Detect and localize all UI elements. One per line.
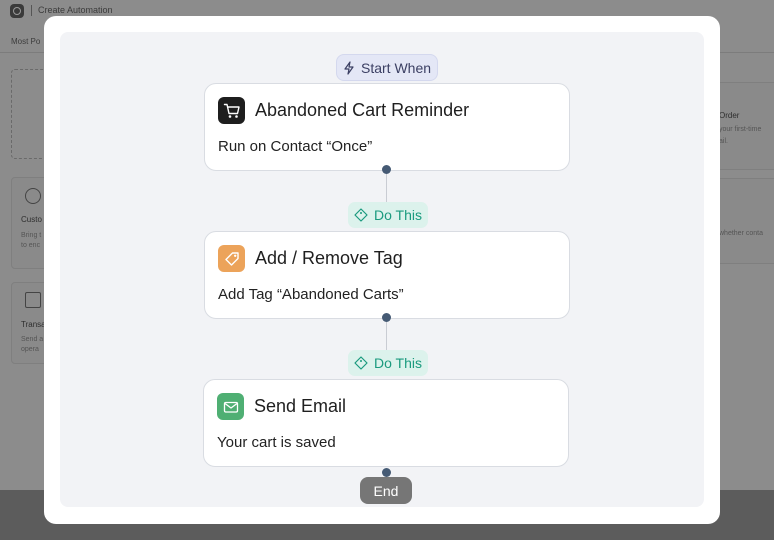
- template-title: Order: [719, 111, 740, 120]
- envelope-check-icon: [25, 292, 41, 308]
- email-card-subtitle: Your cart is saved: [217, 434, 336, 451]
- template-desc: whether conta: [719, 230, 763, 237]
- automation-preview-modal: Start When Abandoned Cart Reminder Run o…: [44, 16, 720, 524]
- tag-icon: [218, 245, 245, 272]
- do-this-label: Do This: [374, 355, 422, 371]
- app-logo-icon: [10, 4, 24, 18]
- add-remove-tag-card[interactable]: Add / Remove Tag Add Tag “Abandoned Cart…: [204, 231, 570, 319]
- trigger-title: Abandoned Cart Reminder: [255, 100, 470, 120]
- start-when-pill: Start When: [336, 54, 438, 81]
- connector-line: [386, 174, 387, 202]
- connector-dot: [382, 165, 391, 174]
- email-card-title: Send Email: [254, 396, 347, 416]
- template-title: Custo: [21, 215, 42, 224]
- person-icon: [25, 188, 41, 204]
- template-desc: your first-time: [719, 126, 762, 133]
- do-this-pill: Do This: [348, 202, 428, 228]
- lightning-icon: [344, 60, 354, 75]
- tag-card-title: Add / Remove Tag: [255, 248, 403, 268]
- breadcrumb-divider: [31, 5, 32, 16]
- connector-dot: [382, 468, 391, 477]
- template-desc: ail.: [719, 138, 728, 145]
- template-desc: to enc: [21, 242, 41, 249]
- tab-most-popular[interactable]: Most Po: [11, 37, 40, 46]
- template-title: Transa: [21, 320, 46, 329]
- tag-card-subtitle: Add Tag “Abandoned Carts”: [218, 286, 404, 303]
- tag-outline-icon: [354, 356, 368, 370]
- tag-outline-icon: [354, 208, 368, 222]
- trigger-card[interactable]: Abandoned Cart Reminder Run on Contact “…: [204, 83, 570, 171]
- do-this-label: Do This: [374, 207, 422, 223]
- envelope-icon: [217, 393, 244, 420]
- do-this-pill: Do This: [348, 350, 428, 376]
- template-desc: Bring t: [21, 232, 42, 239]
- send-email-card[interactable]: Send Email Your cart is saved: [203, 379, 569, 467]
- cart-icon: [218, 97, 245, 124]
- end-node: End: [360, 477, 412, 504]
- template-desc: Send a: [21, 336, 44, 343]
- trigger-subtitle: Run on Contact “Once”: [218, 138, 373, 155]
- connector-line: [386, 322, 387, 350]
- connector-dot: [382, 313, 391, 322]
- start-when-label: Start When: [360, 59, 432, 76]
- flow-canvas: Start When Abandoned Cart Reminder Run o…: [60, 32, 704, 507]
- template-desc: opera: [21, 346, 39, 353]
- breadcrumb: Create Automation: [38, 5, 113, 15]
